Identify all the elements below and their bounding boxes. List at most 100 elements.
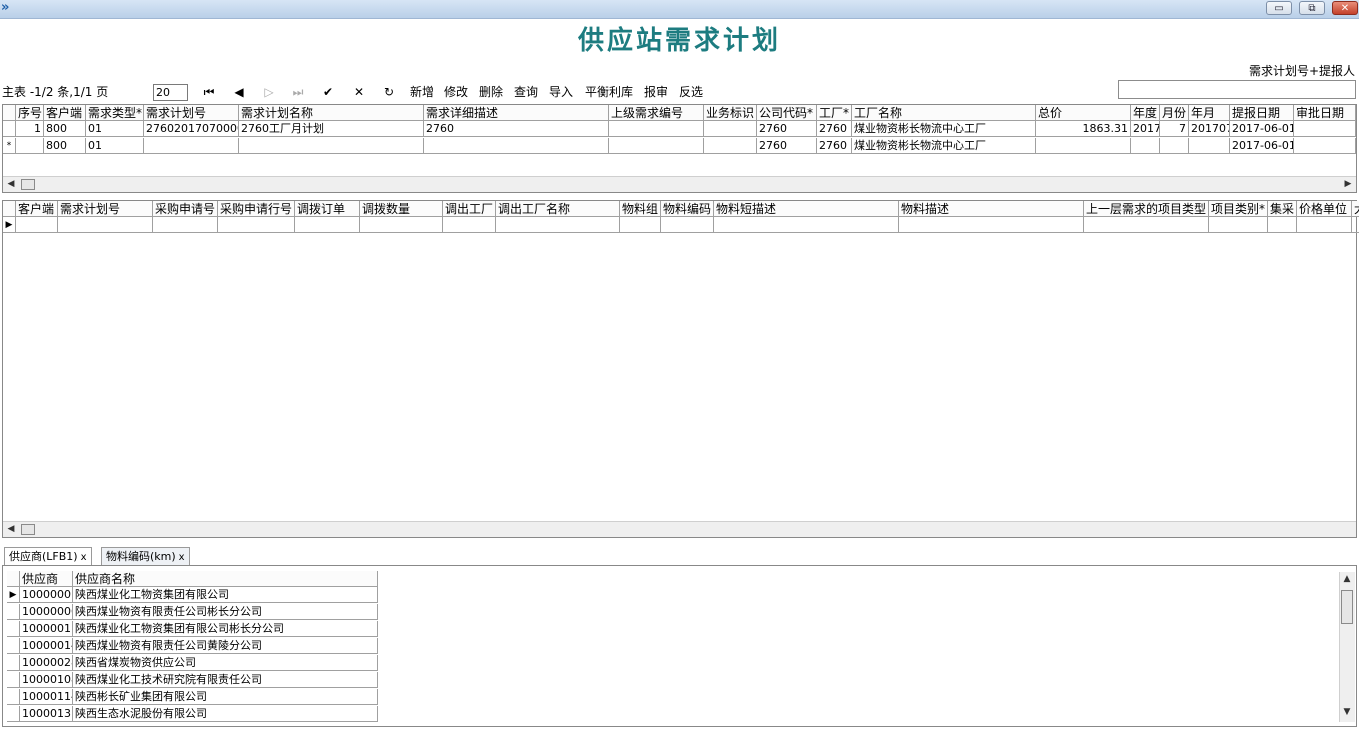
main-grid-header-cell[interactable]: 审批日期 <box>1294 105 1356 121</box>
supplier-name-cell[interactable]: 陕西煤业化工物资集团有限公司 <box>73 587 378 603</box>
main-grid-cell[interactable]: 2760 <box>757 138 817 154</box>
supplier-row-indicator[interactable] <box>7 689 20 705</box>
detail-grid-header-cell[interactable]: 物料组 <box>620 201 661 217</box>
main-grid-cell[interactable] <box>16 138 44 154</box>
supplier-grid-header-cell[interactable]: 供应商名称 <box>73 571 378 587</box>
main-grid-header-cell[interactable]: 需求详细描述 <box>424 105 609 121</box>
confirm-icon[interactable]: ✔ <box>321 84 335 100</box>
detail-grid-row-indicator[interactable]: ▶ <box>3 217 16 233</box>
detail-grid-cell[interactable] <box>58 217 153 233</box>
main-grid-header-cell[interactable]: 年度 <box>1131 105 1160 121</box>
supplier-code-cell[interactable]: 10000028 <box>20 655 73 671</box>
detail-grid-header-cell[interactable]: 调出工厂 <box>443 201 496 217</box>
supplier-code-cell[interactable]: 10000114 <box>20 689 73 705</box>
search-input[interactable] <box>1118 80 1356 99</box>
main-grid-header-cell[interactable]: 公司代码* <box>757 105 817 121</box>
refresh-icon[interactable]: ↻ <box>382 84 396 100</box>
supplier-code-cell[interactable]: 10000131 <box>20 706 73 722</box>
main-grid-header-cell[interactable]: 需求计划名称 <box>239 105 424 121</box>
delete-button[interactable]: 删除 <box>479 84 503 100</box>
supplier-row-indicator[interactable] <box>7 621 20 637</box>
supplier-code-cell[interactable]: 10000006 <box>20 604 73 620</box>
main-grid-cell[interactable] <box>1036 138 1131 154</box>
detail-grid-header-cell[interactable]: 物料短描述 <box>714 201 899 217</box>
supplier-row-indicator[interactable] <box>7 655 20 671</box>
main-grid-cell[interactable] <box>609 138 704 154</box>
detail-grid-cell[interactable] <box>661 217 714 233</box>
main-grid-scroll-thumb[interactable] <box>21 179 35 190</box>
detail-grid-cell[interactable] <box>1084 217 1209 233</box>
supplier-row-indicator[interactable] <box>7 604 20 620</box>
detail-grid-cell[interactable] <box>153 217 218 233</box>
main-grid-cell[interactable]: 2760 <box>424 121 609 137</box>
main-grid-cell[interactable]: 01 <box>86 121 144 137</box>
main-grid-row-indicator[interactable]: * <box>3 138 16 154</box>
detail-grid-cell[interactable] <box>443 217 496 233</box>
cancel-icon[interactable]: ✕ <box>352 84 366 100</box>
detail-grid-cell[interactable] <box>714 217 899 233</box>
detail-grid-header-cell[interactable]: 采购申请行号 <box>218 201 295 217</box>
main-grid-header-cell[interactable]: 工厂* <box>817 105 852 121</box>
detail-grid-header-cell[interactable]: 采购申请号 <box>153 201 218 217</box>
main-grid-header-cell[interactable]: 提报日期 <box>1230 105 1294 121</box>
detail-grid-cell[interactable] <box>1209 217 1268 233</box>
tab-supplier-close-icon[interactable]: x <box>81 552 87 563</box>
detail-grid-cell[interactable] <box>16 217 58 233</box>
main-grid-hscroll[interactable]: ◀ ▶ <box>3 176 1356 192</box>
detail-grid-header-cell[interactable]: 价格单位 <box>1297 201 1352 217</box>
main-grid-cell[interactable]: 201707 <box>1189 121 1230 137</box>
main-grid-cell[interactable] <box>704 121 757 137</box>
supplier-vscroll[interactable]: ▲ ▼ <box>1339 572 1355 722</box>
supplier-row-indicator[interactable] <box>7 672 20 688</box>
main-grid-header-cell[interactable]: 客户端 <box>44 105 86 121</box>
main-grid-cell[interactable]: 2760工厂月计划 <box>239 121 424 137</box>
main-grid-cell[interactable]: 276020170700001 <box>144 121 239 137</box>
detail-grid-cell[interactable] <box>1297 217 1352 233</box>
main-grid-cell[interactable]: 2760 <box>817 138 852 154</box>
detail-grid-header-cell[interactable]: 项目类别* <box>1209 201 1268 217</box>
main-grid-cell[interactable]: 煤业物资彬长物流中心工厂 <box>852 121 1036 137</box>
add-button[interactable]: 新增 <box>410 84 434 100</box>
supplier-row-indicator[interactable] <box>7 706 20 722</box>
main-grid-cell[interactable]: 01 <box>86 138 144 154</box>
supplier-name-cell[interactable]: 陕西生态水泥股份有限公司 <box>73 706 378 722</box>
tab-material-code[interactable]: 物料编码(km) x <box>101 547 190 565</box>
detail-grid-header-cell[interactable]: 调出工厂名称 <box>496 201 620 217</box>
detail-grid-header-cell[interactable]: 需求计划号 <box>58 201 153 217</box>
supplier-code-cell[interactable]: 10000014 <box>20 638 73 654</box>
tab-material-code-close-icon[interactable]: x <box>179 552 185 563</box>
import-button[interactable]: 导入 <box>549 84 573 100</box>
restore-button[interactable]: ⧉ <box>1299 1 1325 15</box>
prev-page-icon[interactable]: ◀ <box>232 84 246 100</box>
main-grid-cell[interactable]: 1 <box>16 121 44 137</box>
detail-grid-cell[interactable] <box>496 217 620 233</box>
main-grid-cell[interactable] <box>239 138 424 154</box>
supplier-code-cell[interactable]: 10000108 <box>20 672 73 688</box>
main-grid-header-cell[interactable]: 总价 <box>1036 105 1131 121</box>
main-grid-cell[interactable] <box>704 138 757 154</box>
main-grid-cell[interactable]: 800 <box>44 138 86 154</box>
invert-select-button[interactable]: 反选 <box>679 84 703 100</box>
close-button[interactable]: ✕ <box>1332 1 1358 15</box>
detail-grid-cell[interactable] <box>295 217 360 233</box>
supplier-name-cell[interactable]: 陕西省煤炭物资供应公司 <box>73 655 378 671</box>
main-grid-header-cell[interactable]: 上级需求编号 <box>609 105 704 121</box>
main-grid-header-cell[interactable]: 业务标识 <box>704 105 757 121</box>
supplier-scroll-thumb[interactable] <box>1341 590 1353 624</box>
main-grid-cell[interactable] <box>1189 138 1230 154</box>
supplier-name-cell[interactable]: 陕西煤业物资有限责任公司黄陵分公司 <box>73 638 378 654</box>
tab-supplier[interactable]: 供应商(LFB1) x <box>4 547 92 566</box>
main-grid-cell[interactable]: 2760 <box>757 121 817 137</box>
main-grid-header-cell[interactable]: 需求类型* <box>86 105 144 121</box>
main-grid-header-cell[interactable]: 月份 <box>1160 105 1189 121</box>
detail-grid-cell[interactable] <box>899 217 1084 233</box>
main-grid-cell[interactable]: 7 <box>1160 121 1189 137</box>
main-grid-cell[interactable] <box>1294 121 1356 137</box>
main-grid-cell[interactable] <box>144 138 239 154</box>
query-button[interactable]: 查询 <box>514 84 538 100</box>
main-grid-cell[interactable] <box>424 138 609 154</box>
main-grid-header-cell[interactable]: 需求计划号 <box>144 105 239 121</box>
detail-grid-header-cell[interactable]: 上一层需求的项目类型 <box>1084 201 1209 217</box>
detail-grid-cell[interactable] <box>1352 217 1359 233</box>
detail-grid-cell[interactable] <box>1268 217 1297 233</box>
